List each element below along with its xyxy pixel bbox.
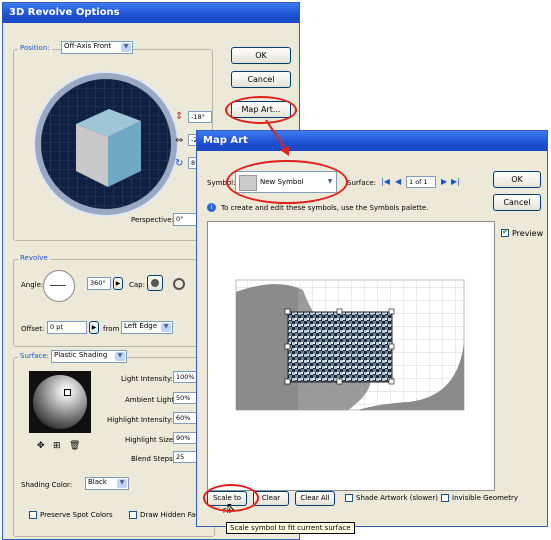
draw-hidden-checkbox[interactable] xyxy=(129,511,137,519)
chevron-right-icon: ▶ xyxy=(115,280,121,287)
first-surface-icon[interactable]: |◀ xyxy=(381,177,390,186)
cancel-button[interactable]: Cancel xyxy=(231,71,291,88)
from-label: from xyxy=(103,325,120,333)
cap-label: Cap: xyxy=(129,281,145,289)
chevron-down-icon: ▼ xyxy=(161,323,171,332)
preserve-spot-checkbox[interactable] xyxy=(29,511,37,519)
last-surface-icon[interactable]: ▶| xyxy=(451,177,460,186)
cap-on-icon xyxy=(151,279,159,287)
highlight-size-label: Highlight Size: xyxy=(125,436,176,444)
invisible-geometry-label: Invisible Geometry xyxy=(452,494,519,502)
map-art-highlight xyxy=(225,96,297,124)
move-light-back-icon[interactable]: ✥ xyxy=(37,441,45,451)
surface-value: Plastic Shading xyxy=(54,351,108,359)
rotate-z-icon: ↻ xyxy=(175,158,184,169)
angle-arrow-button[interactable]: ▶ xyxy=(113,277,123,290)
chevron-down-icon: ▼ xyxy=(117,479,127,488)
shading-color-dropdown[interactable]: Black ▼ xyxy=(85,477,129,490)
mapped-symbol xyxy=(287,311,393,383)
rotate-x-field[interactable]: -18° xyxy=(188,111,212,123)
symbol-highlight xyxy=(226,160,348,204)
shade-artwork-label: Shade Artwork (slower) xyxy=(356,494,438,502)
map-art-title: Map Art xyxy=(197,131,547,151)
angle-field[interactable]: 360° xyxy=(87,277,111,290)
angle-dial[interactable] xyxy=(43,270,75,302)
shade-artwork-checkbox[interactable] xyxy=(345,494,353,502)
preview-label: Preview xyxy=(512,229,544,238)
cap-off-icon[interactable] xyxy=(173,278,185,290)
ok-button[interactable]: OK xyxy=(231,47,291,64)
chevron-down-icon: ▼ xyxy=(115,352,125,361)
info-text: To create and edit these symbols, use th… xyxy=(221,204,429,212)
offset-arrow-button[interactable]: ▶ xyxy=(89,321,99,334)
offset-label: Offset: xyxy=(21,325,45,333)
rotate-y-icon: ⇔ xyxy=(175,135,184,146)
clear-all-button[interactable]: Clear All xyxy=(295,491,335,506)
perspective-field[interactable]: 0° xyxy=(173,213,197,226)
highlight-intensity-label: Highlight Intensity: xyxy=(107,416,174,424)
surface-label: Surface: xyxy=(18,352,52,360)
angle-label: Angle: xyxy=(21,281,44,289)
position-value: Off-Axis Front xyxy=(64,42,112,50)
info-icon: i xyxy=(207,203,216,212)
chevron-right-icon: ▶ xyxy=(91,324,97,331)
revolve-label: Revolve xyxy=(18,254,50,262)
blend-steps-label: Blend Steps: xyxy=(131,455,176,463)
surface-canvas[interactable] xyxy=(207,221,495,491)
trackball-graphic xyxy=(41,79,171,209)
revolve-title: 3D Revolve Options xyxy=(3,3,299,23)
angle-dial-needle xyxy=(50,285,66,286)
trackball[interactable] xyxy=(35,73,177,215)
light-intensity-label: Light Intensity: xyxy=(121,375,174,383)
map-cancel-button[interactable]: Cancel xyxy=(493,194,541,211)
shading-color-label: Shading Color: xyxy=(21,481,73,489)
mouse-pointer-icon: ↖ xyxy=(226,500,237,514)
lit-sphere xyxy=(33,375,87,429)
map-ok-button[interactable]: OK xyxy=(493,171,541,188)
rotate-x-icon: ⇕ xyxy=(175,111,184,122)
from-value: Left Edge xyxy=(124,322,158,330)
new-light-icon[interactable]: ⊞ xyxy=(53,441,61,451)
preview-checkbox[interactable]: ✔ xyxy=(501,227,509,237)
scale-to-fit-tooltip: Scale symbol to fit current surface xyxy=(226,522,355,534)
from-dropdown[interactable]: Left Edge ▼ xyxy=(121,321,173,334)
surface-nav-label: Surface: xyxy=(347,179,377,187)
invisible-geometry-checkbox[interactable] xyxy=(441,494,449,502)
prev-surface-icon[interactable]: ◀ xyxy=(395,177,401,186)
position-dropdown[interactable]: Off-Axis Front ▼ xyxy=(61,41,133,54)
offset-field[interactable]: 0 pt xyxy=(47,321,87,334)
surface-dropdown[interactable]: Plastic Shading ▼ xyxy=(51,350,127,363)
surface-map-graphic xyxy=(235,279,465,411)
surface-index-field[interactable]: 1 of 1 xyxy=(406,176,436,188)
shading-color-value: Black xyxy=(88,478,107,486)
lighting-sphere-preview[interactable] xyxy=(29,371,91,433)
light-source-handle[interactable] xyxy=(64,389,71,396)
ambient-light-label: Ambient Light: xyxy=(125,396,177,404)
next-surface-icon[interactable]: ▶ xyxy=(441,177,447,186)
position-label: Position: xyxy=(18,44,52,52)
perspective-label: Perspective: xyxy=(131,216,174,224)
cap-on-button[interactable] xyxy=(147,275,163,291)
preserve-spot-label: Preserve Spot Colors xyxy=(40,511,113,519)
chevron-down-icon: ▼ xyxy=(121,43,131,52)
check-icon: ✔ xyxy=(502,227,509,236)
delete-light-icon[interactable]: 🗑 xyxy=(69,441,80,451)
